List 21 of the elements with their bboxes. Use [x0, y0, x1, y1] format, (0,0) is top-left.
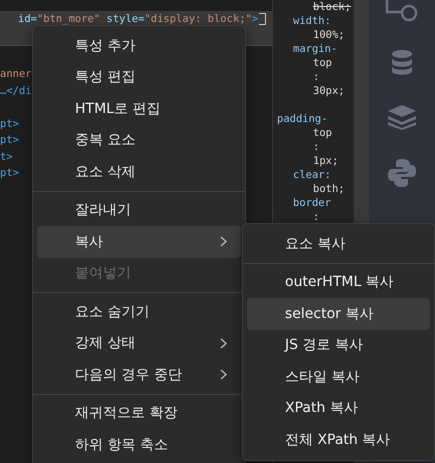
css-text: margin-	[293, 42, 338, 56]
css-text: :	[313, 140, 320, 154]
css-text: border	[293, 196, 331, 210]
code-text: pt>	[0, 133, 19, 148]
css-text: padding-	[277, 112, 328, 126]
code-text: anner	[0, 67, 32, 82]
code-text: pt>	[0, 166, 19, 181]
code-text: pt>	[0, 116, 19, 132]
css-text: both;	[313, 182, 345, 196]
css-text: 100%;	[313, 28, 345, 42]
css-text: top	[313, 126, 332, 140]
css-text: block;	[313, 0, 351, 14]
css-text: clear:	[293, 168, 331, 182]
code-text: …</di	[0, 84, 32, 98]
code-text: t>	[0, 150, 13, 164]
css-text: top	[313, 56, 332, 70]
css-text: 30px;	[313, 84, 345, 98]
css-text: :	[313, 70, 320, 84]
css-text: :	[313, 210, 320, 224]
css-text: width:	[293, 14, 331, 28]
css-text: 1px;	[313, 154, 338, 168]
